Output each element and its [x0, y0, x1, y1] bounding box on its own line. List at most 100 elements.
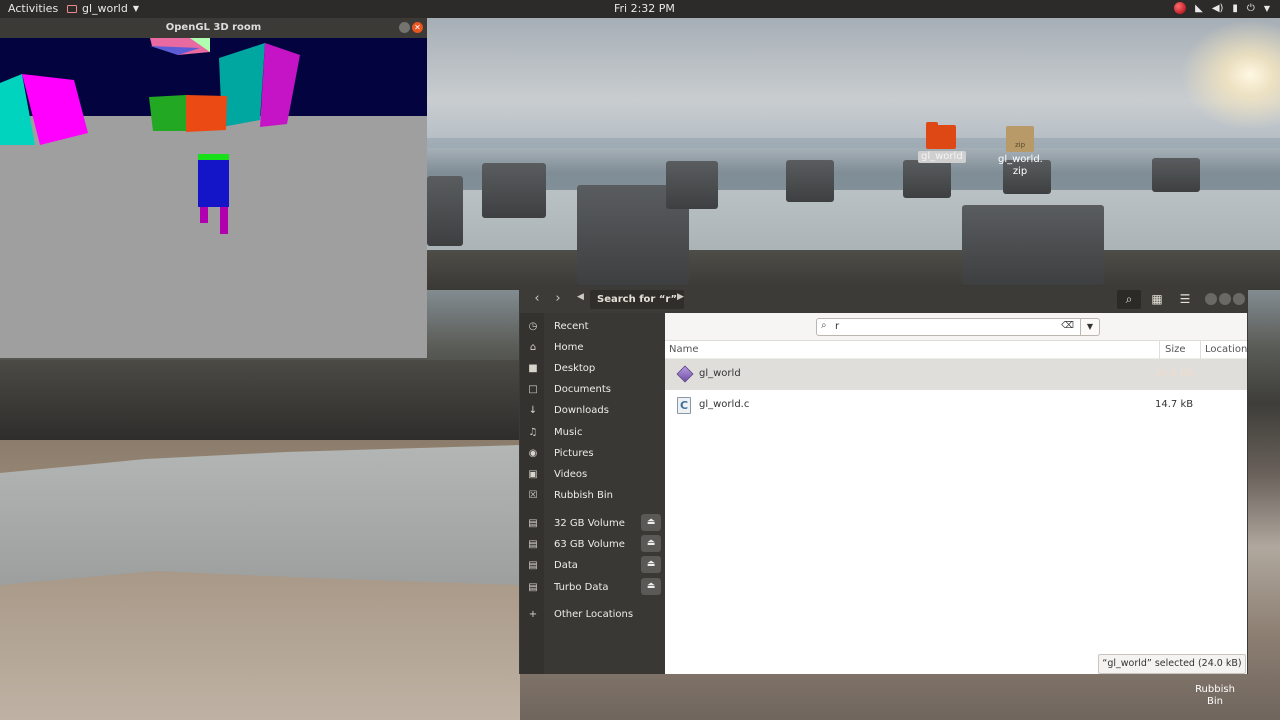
clock-icon: ◷ [528, 320, 538, 332]
sidebar-item-label: Desktop [554, 362, 596, 374]
breadcrumb[interactable]: Search for “r” [590, 290, 685, 309]
chevron-down-icon: ▼ [132, 4, 139, 13]
breadcrumb-scroll-right-icon[interactable]: ▶ [677, 292, 684, 302]
desktop-file-gl-world-zip[interactable]: zip gl_world. zip [995, 126, 1045, 178]
download-icon: ↓ [528, 404, 538, 416]
view-toggle-button[interactable]: ▦ [1145, 290, 1169, 309]
top-bar: Activities gl_world ▼ Fri 2:32 PM ◣ ◀) ▮… [0, 0, 1280, 18]
clear-icon[interactable]: ⌫ [1061, 321, 1074, 331]
minimize-button[interactable] [1205, 293, 1217, 305]
breadcrumb-scroll-left-icon[interactable]: ◀ [577, 292, 584, 302]
column-separator[interactable] [1200, 341, 1201, 359]
sidebar-item-label: Other Locations [554, 608, 634, 620]
sidebar-item-videos[interactable]: ▣ Videos [520, 464, 665, 484]
sidebar-item-data[interactable]: ▤ Data ⏏ [520, 555, 665, 575]
record-indicator-icon[interactable] [1174, 2, 1187, 14]
robot-body [198, 160, 229, 207]
sidebar-item-downloads[interactable]: ↓ Downloads [520, 400, 665, 420]
opengl-viewport[interactable] [0, 38, 427, 358]
archive-icon: zip [1006, 126, 1034, 152]
file-row[interactable]: Cgl_world.c 14.7 kB [665, 390, 1247, 421]
file-name: gl_world [699, 368, 741, 379]
sidebar-item-63-gb-volume[interactable]: ▤ 63 GB Volume ⏏ [520, 534, 665, 554]
desktop-icon-label: gl_world [918, 151, 966, 163]
pillar [962, 205, 1104, 285]
robot-head [198, 154, 229, 160]
sidebar-item-label: Music [554, 426, 583, 438]
search-options-button[interactable]: ▼ [1081, 318, 1100, 336]
close-button[interactable] [1233, 293, 1245, 305]
camera-icon: ◉ [528, 447, 538, 459]
sidebar-item-32-gb-volume[interactable]: ▤ 32 GB Volume ⏏ [520, 513, 665, 533]
minimize-button[interactable] [399, 22, 410, 33]
search-input[interactable]: ⌕ r ⌫ [816, 318, 1081, 336]
sidebar-item-label: Pictures [554, 447, 594, 459]
search-input-value: r [835, 321, 840, 332]
menu-button[interactable]: ☰ [1173, 290, 1197, 309]
file-name: gl_world.c [699, 399, 750, 410]
sidebar-item-label: Videos [554, 468, 588, 480]
system-tray[interactable]: ◣ ◀) ▮ ⏻ ▼ [1174, 2, 1270, 14]
maximize-button[interactable] [1219, 293, 1231, 305]
sidebar-item-recent[interactable]: ◷ Recent [520, 316, 665, 336]
sidebar-item-label: Home [554, 341, 584, 353]
close-button[interactable]: ✕ [412, 22, 423, 33]
opengl-window[interactable]: OpenGL 3D room ✕ [0, 18, 427, 358]
sun-glow [1180, 20, 1280, 130]
desktop-icon-label: zip [1012, 166, 1028, 177]
executable-icon [676, 365, 694, 383]
sidebar-item-label: Recent [554, 320, 589, 332]
sidebar-item-home[interactable]: ⌂ Home [520, 337, 665, 357]
search-icon: ⌕ [821, 320, 827, 331]
column-size[interactable]: Size [1165, 344, 1186, 355]
sidebar-item-turbo-data[interactable]: ▤ Turbo Data ⏏ [520, 577, 665, 597]
pillar [666, 161, 718, 209]
eject-icon[interactable]: ⏏ [641, 514, 661, 531]
forward-button[interactable]: › [548, 291, 568, 307]
window-title: OpenGL 3D room [165, 22, 262, 33]
plus-icon: + [528, 608, 538, 620]
music-icon: ♫ [528, 426, 538, 438]
eject-icon[interactable]: ⏏ [641, 578, 661, 595]
header-bar[interactable]: ‹ › ◀ Search for “r” ▶ ⌕ ▦ ☰ [520, 286, 1247, 313]
column-name[interactable]: Name [669, 344, 699, 355]
sidebar-item-documents[interactable]: □ Documents [520, 379, 665, 399]
c-source-icon: C [677, 397, 693, 414]
eject-icon[interactable]: ⏏ [641, 535, 661, 552]
sidebar-item-rubbish-bin[interactable]: ☒ Rubbish Bin [520, 485, 665, 505]
sidebar-item-other-locations[interactable]: + Other Locations [520, 604, 665, 624]
chevron-down-icon: ▼ [1263, 3, 1270, 13]
eject-icon[interactable]: ⏏ [641, 556, 661, 573]
desktop-icon-label: Rubbish Bin [1195, 684, 1235, 707]
window-titlebar[interactable]: OpenGL 3D room ✕ [0, 18, 427, 38]
sidebar-item-music[interactable]: ♫ Music [520, 422, 665, 442]
cube [149, 95, 186, 131]
column-separator[interactable] [1159, 341, 1160, 359]
app-menu[interactable]: gl_world ▼ [67, 2, 139, 15]
desktop-folder-gl-world[interactable]: gl_world [918, 122, 966, 163]
cube [186, 95, 227, 132]
column-header: Name Size Location [665, 341, 1247, 359]
sidebar-item-desktop[interactable]: ■ Desktop [520, 358, 665, 378]
pillar [482, 163, 546, 218]
file-row[interactable]: gl_world 24.0 kB [665, 359, 1247, 390]
status-overlay: “gl_world” selected (24.0 kB) [1098, 654, 1246, 674]
activities-button[interactable]: Activities [8, 2, 58, 15]
wifi-icon: ◣ [1195, 2, 1203, 14]
clock[interactable]: Fri 2:32 PM [614, 2, 675, 15]
floor [0, 116, 427, 358]
drive-icon: ▤ [528, 581, 538, 593]
column-location[interactable]: Location [1205, 344, 1247, 355]
sidebar-item-label: 32 GB Volume [554, 517, 625, 529]
sidebar-item-pictures[interactable]: ◉ Pictures [520, 443, 665, 463]
files-window[interactable]: ‹ › ◀ Search for “r” ▶ ⌕ ▦ ☰ ◷ Recent ⌂ Hom… [519, 285, 1248, 674]
drive-icon: ▤ [528, 538, 538, 550]
folder-icon [926, 122, 956, 149]
volume-icon: ◀) [1211, 2, 1224, 14]
power-icon: ⏻ [1246, 2, 1255, 14]
search-toggle-button[interactable]: ⌕ [1117, 290, 1141, 309]
search-bar: ⌕ r ⌫ ▼ [665, 313, 1247, 341]
desktop-rubbish-bin[interactable]: Rubbish Bin [1185, 684, 1245, 708]
window-icon [67, 4, 77, 13]
back-button[interactable]: ‹ [527, 291, 547, 307]
